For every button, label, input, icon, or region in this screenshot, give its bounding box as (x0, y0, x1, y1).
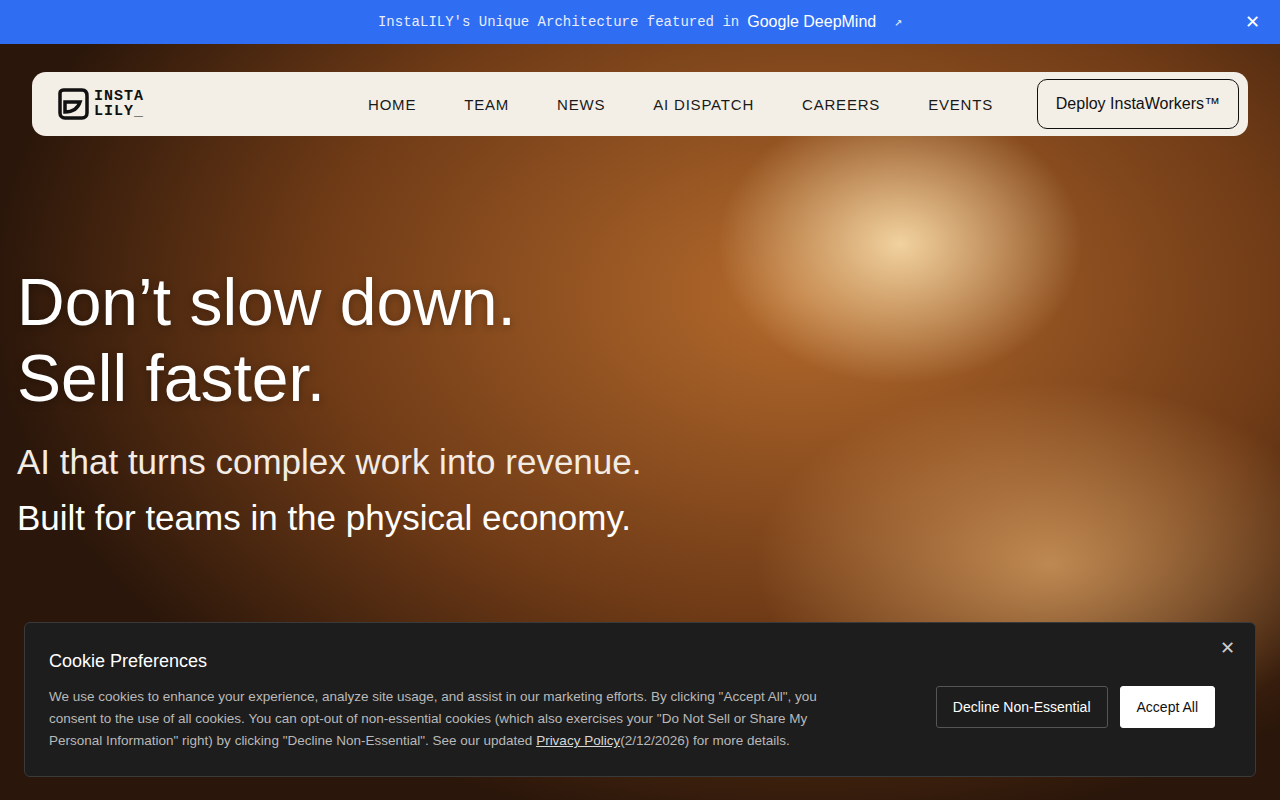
nav-link[interactable]: CAREERS (802, 96, 880, 113)
headline-line: Don’t slow down. (17, 264, 1248, 340)
logo-line: INSTA (94, 89, 144, 104)
nav-link[interactable]: TEAM (464, 96, 509, 113)
close-banner-button[interactable]: ✕ (1245, 11, 1260, 32)
decline-button[interactable]: Decline Non-Essential (936, 686, 1108, 728)
announcement-bar[interactable]: InstaLILY's Unique Architecture featured… (0, 0, 1280, 44)
nav-link[interactable]: NEWS (557, 96, 605, 113)
announcement-text[interactable]: InstaLILY's Unique Architecture featured… (378, 14, 739, 30)
accept-button[interactable]: Accept All (1120, 686, 1215, 728)
leaf-logo-icon (56, 87, 90, 121)
privacy-policy-link[interactable]: Privacy Policy (536, 733, 620, 748)
headline-line: Sell faster. (17, 340, 1248, 416)
cookie-text: We use cookies to enhance your experienc… (49, 686, 859, 752)
cookie-date: (2/12/2026) for more details. (620, 733, 790, 748)
logo[interactable]: INSTALILY_ (56, 87, 316, 121)
hero-headline: Don’t slow down.Sell faster. AI that turn… (17, 264, 1248, 546)
logo-line: LILY_ (94, 104, 144, 119)
external-arrow-icon[interactable]: ↗ (894, 14, 902, 30)
nav-link[interactable]: AI DISPATCH (653, 96, 754, 113)
nav-menu: HOME TEAM NEWS AI DISPATCH CAREERS EVENTS (316, 96, 1037, 113)
nav-bar: INSTALILY_ HOME TEAM NEWS AI DISPATCH CAREERS… (32, 72, 1248, 136)
hero-subtitle: AI that turns complex work into revenue. (17, 434, 1248, 490)
hero-subtitle: Built for teams in the physical economy. (17, 490, 1248, 546)
cookie-title: Cookie Preferences (49, 651, 896, 672)
close-cookie-button[interactable]: ✕ (1220, 637, 1235, 658)
cookie-content: Cookie Preferences We use cookies to enha… (49, 651, 896, 752)
brand-name[interactable]: Google DeepMind (747, 13, 876, 31)
nav-link[interactable]: HOME (368, 96, 416, 113)
cookie-banner: Cookie Preferences We use cookies to enha… (24, 622, 1256, 777)
deploy-button[interactable]: Deploy InstaWorkers™ (1037, 79, 1239, 129)
nav-link[interactable]: EVENTS (928, 96, 993, 113)
cookie-buttons: Decline Non-Essential Accept All (936, 686, 1215, 728)
logo-text: INSTALILY_ (94, 89, 144, 119)
